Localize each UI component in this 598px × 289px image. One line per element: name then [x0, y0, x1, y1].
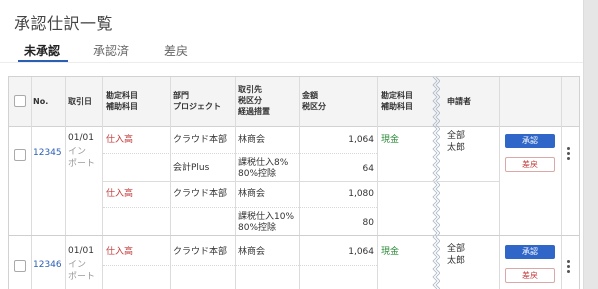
tax-amount: 80 — [362, 218, 374, 228]
select-all-checkbox[interactable] — [14, 95, 26, 107]
department: クラウド本部 — [173, 247, 228, 257]
department: クラウド本部 — [173, 189, 228, 199]
amount: 1,080 — [348, 189, 374, 199]
col-divider — [102, 77, 103, 289]
row-date: 01/01 — [68, 133, 94, 143]
tab-divider — [0, 62, 583, 63]
department: クラウド本部 — [173, 135, 228, 145]
header-amount-tax: 税区分 — [302, 102, 326, 111]
tax-transition: 80%控除 — [238, 169, 277, 179]
reject-button[interactable]: 差戻 — [505, 268, 555, 283]
approve-button[interactable]: 承認 — [505, 245, 555, 259]
row-date: 01/01 — [68, 246, 94, 256]
applicant-name: 太郎 — [447, 143, 466, 153]
credit-account: 現金 — [381, 135, 400, 145]
partner: 林商会 — [238, 135, 266, 145]
more-actions-icon[interactable] — [567, 260, 571, 275]
page-title: 承認仕訳一覧 — [14, 14, 114, 33]
header-credit-account: 勘定科目 — [381, 91, 413, 100]
header-debit-subaccount: 補助科目 — [106, 102, 138, 111]
approve-button[interactable]: 承認 — [505, 134, 555, 148]
row-source: イン — [68, 260, 87, 270]
row-source: イン — [68, 147, 87, 157]
col-divider — [31, 77, 32, 289]
col-divider — [377, 77, 378, 289]
header-date: 取引日 — [68, 97, 92, 106]
debit-account: 仕入高 — [106, 135, 134, 145]
project: 会計Plus — [173, 163, 210, 173]
split-separator-icon — [432, 77, 440, 289]
line-divider — [103, 153, 377, 154]
col-divider — [561, 77, 562, 289]
credit-account: 現金 — [381, 247, 400, 257]
applicant-name: 全部 — [447, 244, 466, 254]
col-divider — [170, 77, 171, 289]
tab-unapproved[interactable]: 未承認 — [24, 42, 60, 59]
header-transition: 経過措置 — [238, 107, 270, 116]
applicant-name: 太郎 — [447, 256, 466, 266]
header-amount: 金額 — [302, 91, 318, 100]
row-divider — [9, 235, 579, 236]
partner: 林商会 — [238, 189, 266, 199]
amount: 1,064 — [348, 135, 374, 145]
header-project: プロジェクト — [173, 102, 221, 111]
row-checkbox[interactable] — [14, 149, 26, 161]
row-number-link[interactable]: 12346 — [33, 259, 62, 271]
more-actions-icon[interactable] — [567, 147, 571, 162]
header-dept: 部門 — [173, 91, 189, 100]
row-number-link[interactable]: 12345 — [33, 147, 62, 159]
col-divider — [65, 77, 66, 289]
row-source: ポート — [68, 272, 96, 282]
tax-amount: 64 — [362, 164, 374, 174]
journal-approval-panel: 承認仕訳一覧 未承認 承認済 差戻 No. 取引日 勘定科目 補助科目 部門 プ… — [0, 0, 584, 289]
header-partner: 取引先 — [238, 85, 262, 94]
line-divider — [103, 207, 377, 208]
line-divider — [103, 181, 499, 182]
col-divider — [499, 77, 500, 289]
line-divider — [103, 265, 377, 266]
table-header — [9, 77, 579, 127]
header-tax-category: 税区分 — [238, 96, 262, 105]
applicant-name: 全部 — [447, 131, 466, 141]
col-divider — [235, 77, 236, 289]
reject-button[interactable]: 差戻 — [505, 157, 555, 172]
row-checkbox[interactable] — [14, 260, 26, 272]
tax-transition: 80%控除 — [238, 223, 277, 233]
tab-rejected[interactable]: 差戻 — [164, 42, 188, 59]
tab-approved[interactable]: 承認済 — [93, 42, 129, 59]
amount: 1,064 — [348, 247, 374, 257]
header-applicant: 申請者 — [447, 97, 471, 106]
header-no: No. — [33, 97, 49, 106]
header-credit-subaccount: 補助科目 — [381, 102, 413, 111]
debit-account: 仕入高 — [106, 247, 134, 257]
debit-account: 仕入高 — [106, 189, 134, 199]
partner: 林商会 — [238, 247, 266, 257]
col-divider — [299, 77, 300, 289]
header-debit-account: 勘定科目 — [106, 91, 138, 100]
journal-table: No. 取引日 勘定科目 補助科目 部門 プロジェクト 取引先 税区分 経過措置… — [8, 76, 580, 289]
row-source: ポート — [68, 159, 96, 169]
